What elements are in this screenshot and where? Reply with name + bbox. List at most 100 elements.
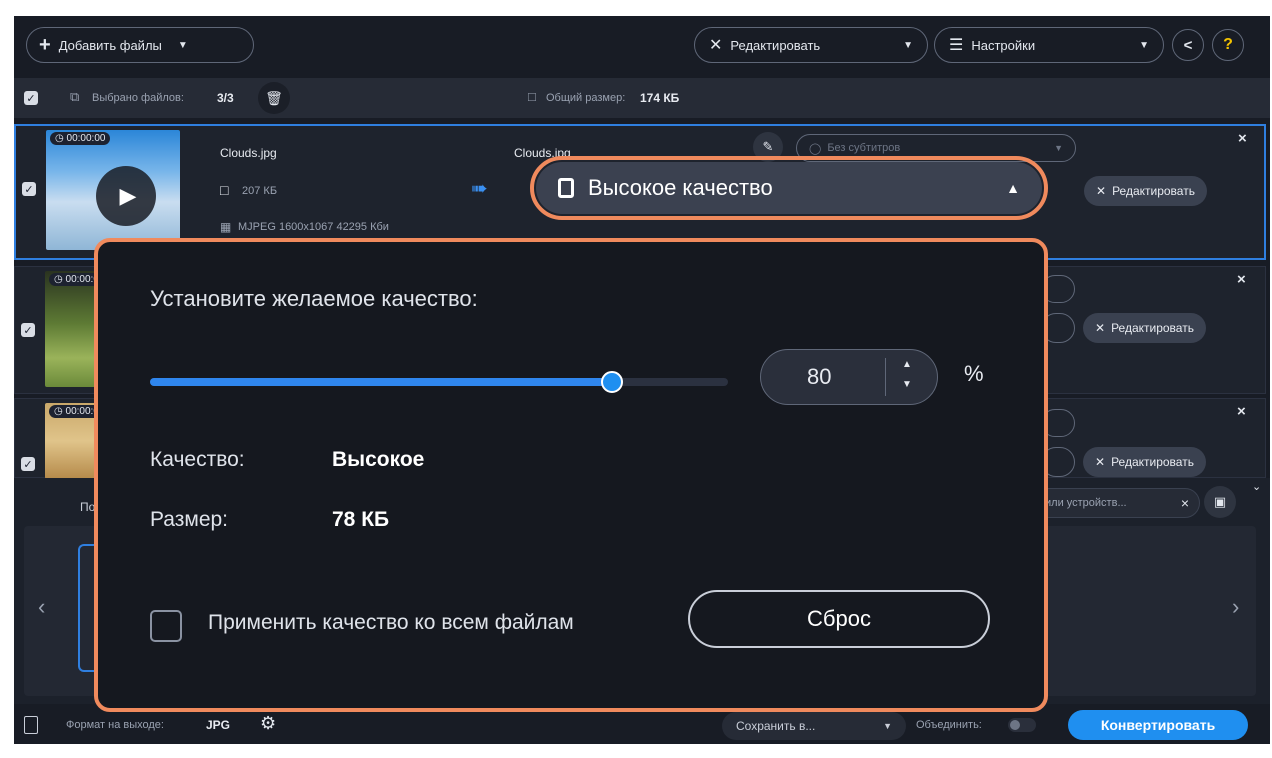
sliders-icon: ☰ [949, 37, 964, 54]
clear-search-icon[interactable]: × [1181, 495, 1189, 511]
edit-file-label: Редактировать [1111, 321, 1194, 335]
share-button[interactable]: < [1172, 29, 1204, 61]
duration-badge: ◷ 00:00:00 [50, 132, 111, 145]
row-checkbox[interactable]: ✓ [21, 323, 35, 337]
quality-dropdown-button[interactable]: Высокое качество ▲ [536, 162, 1042, 214]
play-icon: ▶ [119, 183, 137, 208]
file-name: Clouds.jpg [220, 146, 277, 160]
row-checkbox[interactable]: ✓ [22, 182, 36, 196]
edit-file-button[interactable]: ✕ Редактировать [1083, 447, 1206, 477]
slider-handle[interactable] [601, 371, 623, 393]
output-format-value: JPG [206, 718, 231, 732]
slider-fill [150, 378, 612, 386]
reset-button[interactable]: Сброс [688, 590, 990, 648]
edit-file-label: Редактировать [1112, 184, 1195, 198]
edit-file-label: Редактировать [1111, 455, 1194, 469]
check-icon: ✓ [23, 458, 33, 471]
format-file-icon [24, 716, 38, 734]
device-detect-button[interactable]: ▣ [1204, 486, 1236, 518]
edit-file-button[interactable]: ✕ Редактировать [1084, 176, 1207, 206]
remove-file-button[interactable]: × [1237, 271, 1246, 288]
row-checkbox[interactable]: ✓ [21, 457, 35, 471]
quality-level-value: Высокое [332, 448, 425, 471]
detect-icon: ▣ [1213, 494, 1227, 509]
total-size-label: Общий размер: [546, 92, 626, 104]
collapse-chevron-icon[interactable]: ⌄ [1252, 480, 1261, 493]
selected-files-value: 3/3 [217, 91, 234, 105]
edit-file-button[interactable]: ✕ Редактировать [1083, 313, 1206, 343]
apply-all-checkbox[interactable] [150, 610, 182, 642]
delete-button[interactable]: 🗑 [258, 82, 290, 114]
settings-menu-button[interactable]: ☰ Настройки ▼ [934, 27, 1164, 63]
save-to-label: Сохранить в... [736, 719, 816, 733]
chevron-right-icon[interactable]: › [1232, 594, 1239, 620]
clock-icon: ◷ [55, 133, 64, 144]
convert-button[interactable]: Конвертировать [1068, 710, 1248, 740]
increment-icon[interactable]: ▲ [902, 359, 912, 370]
plus-icon: + [39, 33, 51, 56]
selected-files-label: Выбрано файлов: [92, 92, 184, 104]
speech-bubble-icon: ◯ [809, 142, 822, 155]
quality-slider[interactable] [150, 371, 728, 393]
arrow-icon: ➠ [471, 178, 488, 200]
chevron-down-icon: ▼ [1054, 143, 1063, 153]
tools-icon: ✕ [1096, 184, 1107, 198]
quality-value: 80 [807, 364, 832, 389]
add-files-button[interactable]: + Добавить файлы ▼ [26, 27, 254, 63]
reset-label: Сброс [807, 606, 871, 631]
selection-bar: ✓ ⧉ Выбрано файлов: 3/3 🗑 □ Общий размер… [14, 78, 1270, 118]
clock-icon: ◷ [54, 274, 63, 285]
remove-file-button[interactable]: × [1237, 403, 1246, 420]
file-size-icon: □ [220, 182, 229, 198]
help-button[interactable]: ? [1212, 29, 1244, 61]
duration-value: 00:00:00 [66, 133, 106, 144]
chevron-down-icon: ▼ [883, 721, 892, 731]
quality-button-label: Высокое качество [588, 175, 773, 200]
chevron-down-icon: ▼ [177, 39, 188, 51]
file-size: 207 КБ [242, 185, 278, 197]
remove-file-button[interactable]: × [1238, 130, 1247, 147]
convert-label: Конвертировать [1100, 717, 1216, 733]
chevron-left-icon[interactable]: ‹ [38, 594, 45, 620]
save-to-dropdown[interactable]: Сохранить в... ▼ [722, 712, 906, 740]
add-files-label: Добавить файлы [58, 37, 162, 53]
chevron-down-icon: ▼ [903, 39, 913, 51]
select-all-checkbox[interactable]: ✓ [24, 91, 38, 105]
play-button[interactable]: ▶ [96, 166, 156, 226]
chevron-up-icon: ▲ [1006, 180, 1020, 196]
edit-menu-button[interactable]: ✕ Редактировать ▼ [694, 27, 928, 63]
tools-icon: ✕ [1095, 321, 1106, 335]
file-icon: □ [528, 89, 536, 104]
edit-menu-label: Редактировать [730, 37, 821, 53]
percent-unit: % [964, 361, 984, 386]
check-icon: ✓ [24, 183, 34, 196]
thumbnail[interactable]: ◷ 00:00:00 ▶ [46, 130, 180, 250]
bottom-bar: Формат на выходе: JPG ⚙ Сохранить в... ▼… [14, 708, 1270, 744]
check-icon: ✓ [26, 92, 36, 105]
device-search-input[interactable]: или устройств... × [1034, 488, 1200, 518]
quality-popup: Установите желаемое качество: 80 ▲ ▼ % К… [94, 238, 1048, 712]
tools-icon: ✕ [709, 37, 723, 54]
merge-label: Объединить: [916, 719, 982, 731]
toggle-knob [1010, 720, 1020, 730]
gear-icon[interactable]: ⚙ [260, 713, 276, 734]
size-label: Размер: [150, 508, 229, 531]
help-icon: ? [1223, 36, 1233, 53]
merge-toggle[interactable] [1008, 718, 1036, 732]
subtitles-value: Без субтитров [827, 142, 901, 154]
file-icon [558, 178, 574, 198]
apply-all-label: Применить качество ко всем файлам [208, 611, 574, 634]
output-format-label: Формат на выходе: [66, 719, 164, 731]
files-icon: ⧉ [70, 89, 80, 104]
size-value: 78 КБ [332, 508, 390, 531]
codec-info: MJPEG 1600x1067 42295 Кби [238, 221, 389, 233]
quality-spinbox[interactable]: 80 ▲ ▼ [760, 349, 938, 405]
clock-icon: ◷ [54, 406, 63, 417]
trash-icon: 🗑 [265, 89, 283, 106]
share-icon: < [1183, 36, 1193, 54]
decrement-icon[interactable]: ▼ [902, 379, 912, 390]
check-icon: ✓ [23, 324, 33, 337]
settings-menu-label: Настройки [971, 37, 1036, 53]
chevron-down-icon: ▼ [1139, 39, 1149, 51]
total-size-value: 174 КБ [640, 91, 680, 105]
